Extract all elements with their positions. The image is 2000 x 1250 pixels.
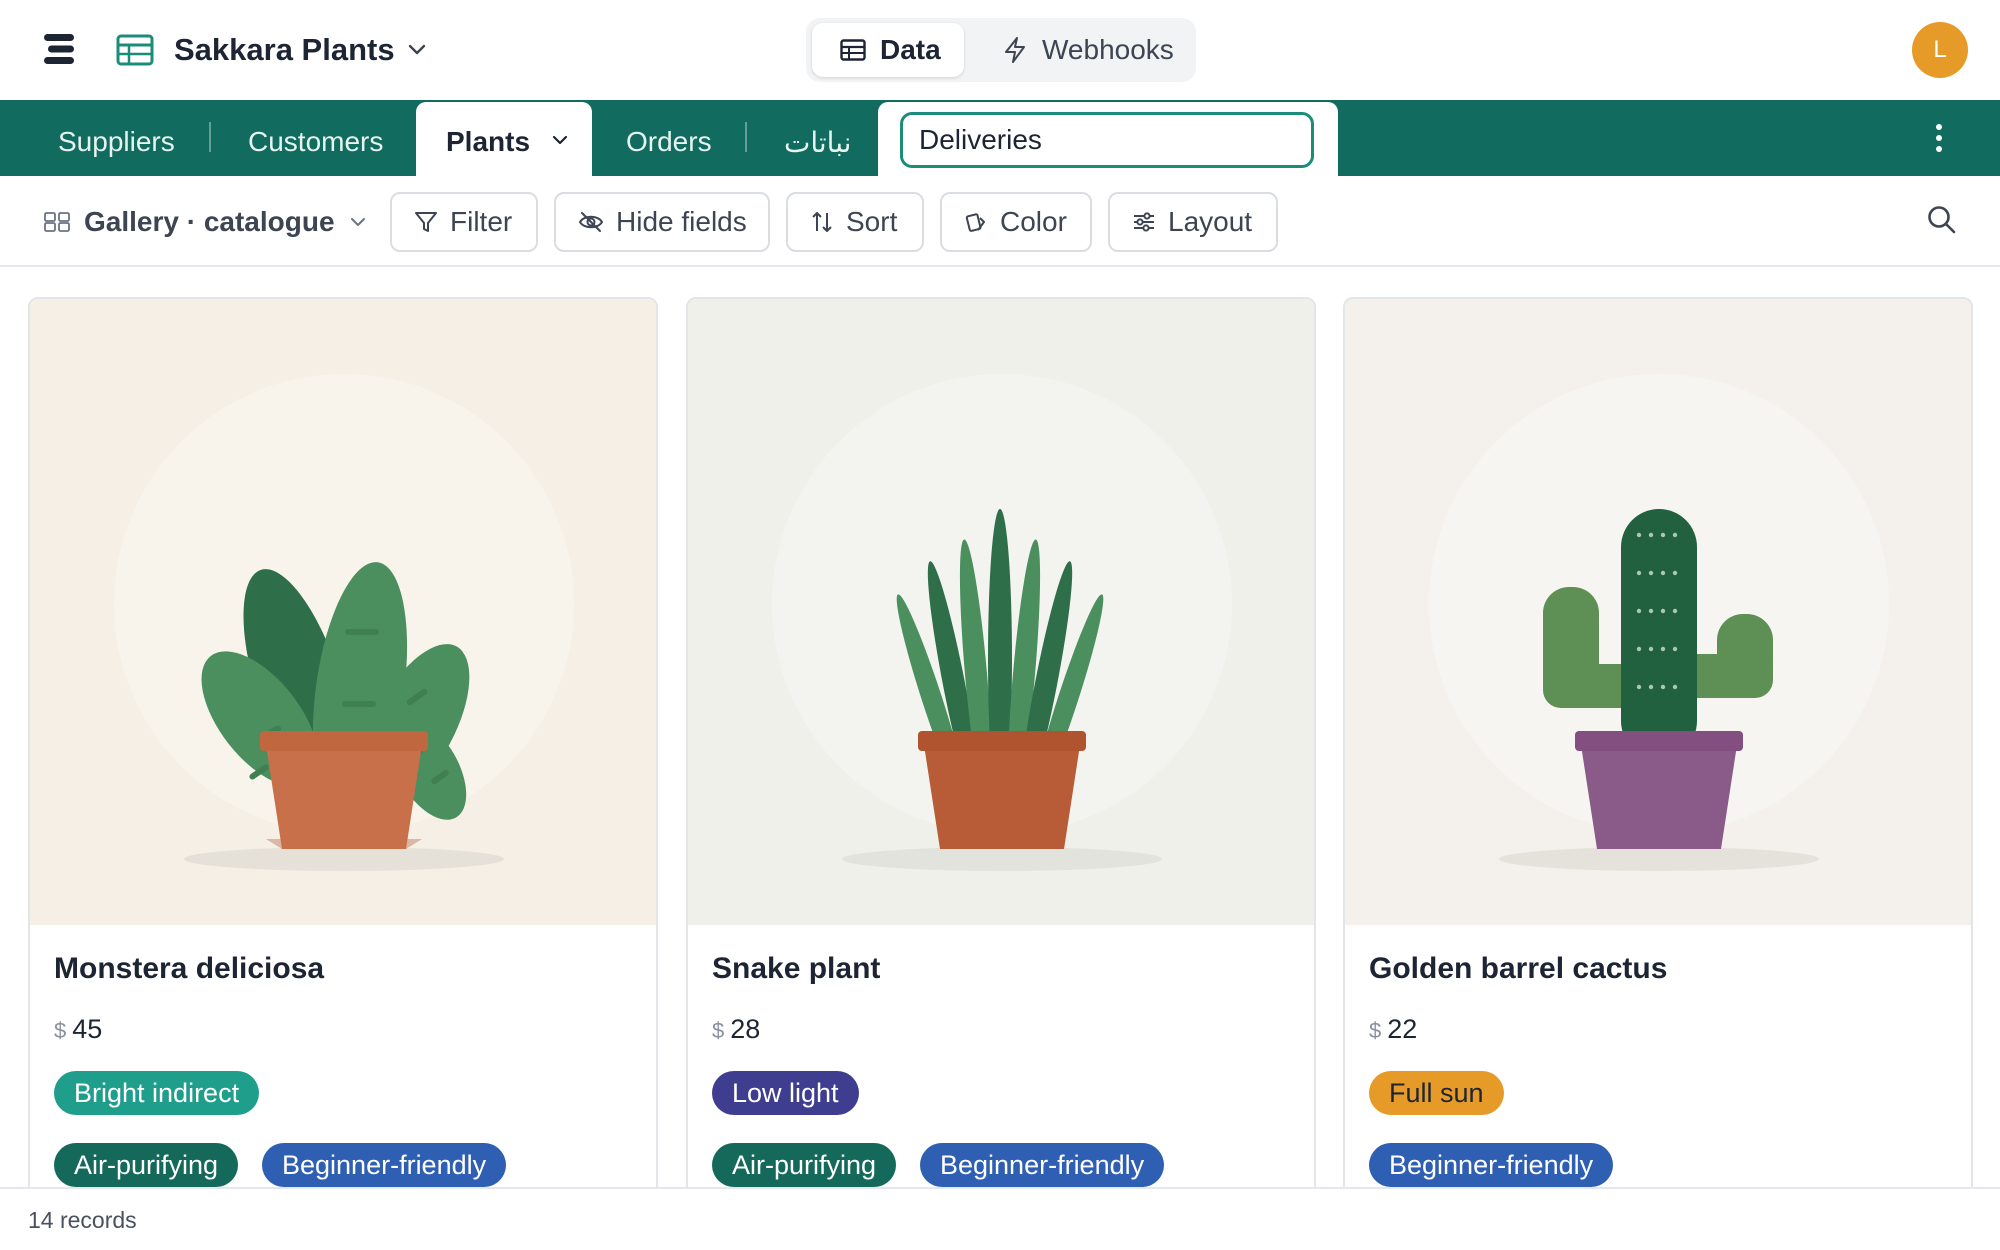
price-value: 45 xyxy=(72,1014,103,1044)
snake-plant-illustration xyxy=(688,299,1314,925)
price-value: 22 xyxy=(1387,1014,1418,1044)
cactus-illustration xyxy=(1345,299,1971,925)
filter-icon xyxy=(415,212,437,232)
tab-label: نباتات xyxy=(784,126,852,158)
chevron-down-icon[interactable] xyxy=(550,130,570,150)
table-tabs-bar: Suppliers Customers Plants Orders نباتات xyxy=(0,100,2000,176)
table-grid-icon xyxy=(116,34,154,66)
sort-icon xyxy=(812,212,832,232)
tab-label: Suppliers xyxy=(58,126,175,157)
record-card[interactable]: Snake plant $28 Low light Air-purifying … xyxy=(686,297,1316,1187)
light-tag: Low light xyxy=(712,1071,859,1115)
currency-symbol: $ xyxy=(54,1018,67,1043)
monstera-illustration xyxy=(30,299,656,925)
tab-label: Orders xyxy=(626,126,712,157)
tab-plants[interactable]: Plants xyxy=(416,102,592,176)
tab-rename-input[interactable] xyxy=(900,112,1314,168)
sort-button[interactable]: Sort xyxy=(786,192,924,252)
currency-symbol: $ xyxy=(712,1018,725,1043)
chevron-down-icon xyxy=(350,218,365,226)
tab-label: Plants xyxy=(446,126,531,157)
base-title[interactable]: Sakkara Plants xyxy=(174,30,395,70)
hide-fields-label: Hide fields xyxy=(616,206,747,237)
chevron-down-icon[interactable] xyxy=(406,38,428,60)
plant-image xyxy=(688,299,1314,925)
record-price: $45 xyxy=(54,1011,102,1049)
view-name: Gallery · catalogue xyxy=(84,206,335,237)
view-switcher[interactable]: Gallery · catalogue xyxy=(44,202,381,242)
paint-bucket-icon xyxy=(965,213,985,232)
feature-tag: Air-purifying xyxy=(54,1143,239,1187)
light-tag: Full sun xyxy=(1369,1071,1504,1115)
record-name: Monstera deliciosa xyxy=(54,952,325,985)
plant-image xyxy=(30,299,656,925)
gallery: Monstera deliciosa $45 Bright indirect A… xyxy=(0,267,2000,1187)
layout-label: Layout xyxy=(1168,206,1253,237)
avatar[interactable]: L xyxy=(1912,22,1968,78)
sort-label: Sort xyxy=(846,206,898,237)
filter-button[interactable]: Filter xyxy=(390,192,538,252)
record-name: Golden barrel cactus xyxy=(1369,952,1668,985)
currency-symbol: $ xyxy=(1369,1018,1382,1043)
price-value: 28 xyxy=(730,1014,761,1044)
hide-fields-button[interactable]: Hide fields xyxy=(554,192,770,252)
record-name: Snake plant xyxy=(712,952,881,985)
webhooks-mode-label: Webhooks xyxy=(1042,34,1174,65)
feature-tag: Beginner-friendly xyxy=(262,1143,507,1187)
tab-divider xyxy=(209,122,211,152)
app-logo-icon[interactable] xyxy=(42,32,78,66)
feature-tag: Beginner-friendly xyxy=(920,1143,1165,1187)
feature-tag: Beginner-friendly xyxy=(1369,1143,1614,1187)
sliders-icon xyxy=(1134,212,1154,232)
more-vertical-icon[interactable] xyxy=(1926,120,1952,156)
light-tag: Bright indirect xyxy=(54,1071,260,1115)
status-footer: 14 records xyxy=(0,1187,2000,1250)
tab-customers[interactable]: Customers xyxy=(248,100,383,176)
layout-button[interactable]: Layout xyxy=(1108,192,1278,252)
tab-suppliers[interactable]: Suppliers xyxy=(58,100,175,176)
record-price: $28 xyxy=(712,1011,760,1049)
record-count: 14 records xyxy=(28,1207,137,1233)
tab-arabic-plants[interactable]: نباتات xyxy=(784,100,851,176)
data-mode-label: Data xyxy=(880,34,941,65)
filter-label: Filter xyxy=(450,206,513,237)
plant-image xyxy=(1345,299,1971,925)
top-bar: Sakkara Plants Data Webhooks L xyxy=(0,0,2000,100)
mode-switch: Data Webhooks xyxy=(806,18,1196,82)
color-label: Color xyxy=(1000,206,1067,237)
search-icon[interactable] xyxy=(1926,204,1958,236)
view-toolbar: Gallery · catalogue Filter Hide fields S… xyxy=(0,176,2000,267)
eye-off-icon xyxy=(578,212,604,232)
table-icon xyxy=(840,39,866,61)
color-button[interactable]: Color xyxy=(940,192,1092,252)
feature-tag: Air-purifying xyxy=(712,1143,897,1187)
record-price: $22 xyxy=(1369,1011,1417,1049)
data-mode-button[interactable]: Data xyxy=(812,23,964,77)
lightning-icon xyxy=(1005,37,1025,63)
tab-rename xyxy=(878,102,1338,176)
tab-orders[interactable]: Orders xyxy=(626,100,712,176)
webhooks-mode-button[interactable]: Webhooks xyxy=(986,23,1190,77)
tab-divider xyxy=(745,122,747,152)
tab-label: Customers xyxy=(248,126,384,157)
record-card[interactable]: Golden barrel cactus $22 Full sun Beginn… xyxy=(1343,297,1973,1187)
record-card[interactable]: Monstera deliciosa $45 Bright indirect A… xyxy=(28,297,658,1187)
gallery-view-icon xyxy=(44,212,70,232)
